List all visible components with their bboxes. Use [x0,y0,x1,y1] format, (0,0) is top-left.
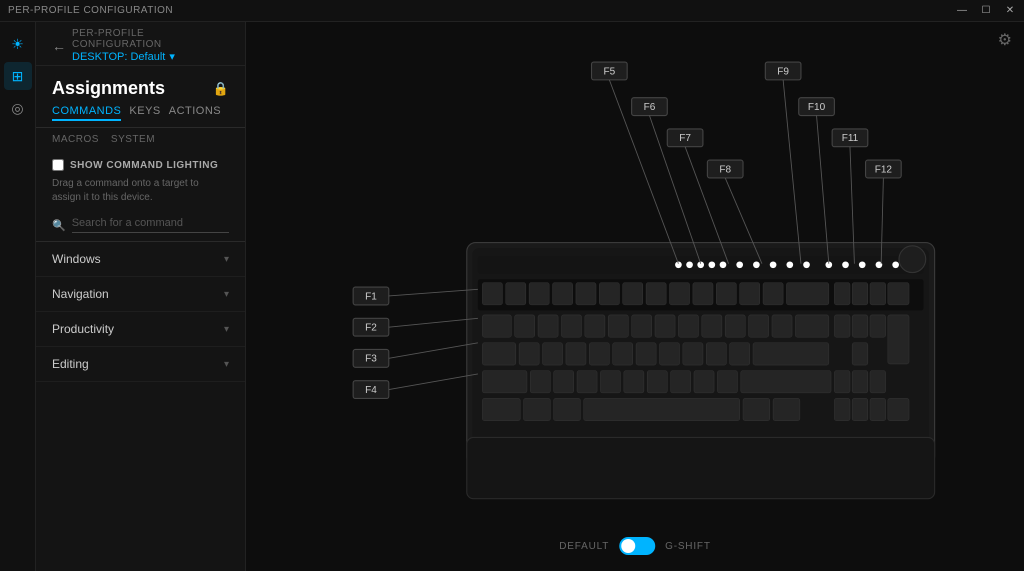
main-content: ⚙ [246,22,1024,571]
titlebar-title: PER-PROFILE CONFIGURATION [8,5,173,16]
shift-toggle: DEFAULT G-SHIFT [559,537,710,555]
search-container: 🔍 [36,217,245,242]
gshift-toggle-label: G-SHIFT [665,541,711,552]
svg-text:F3: F3 [365,354,377,365]
sidebar-header: Assignments 🔒 [36,66,245,105]
close-button[interactable]: ✕ [1004,5,1016,16]
titlebar: PER-PROFILE CONFIGURATION — ☐ ✕ [0,0,1024,22]
category-editing-label: Editing [52,357,89,371]
category-windows-label: Windows [52,252,101,266]
command-lighting-description: Drag a command onto a target to assign i… [52,177,229,205]
command-lighting-section: SHOW COMMAND LIGHTING Drag a command ont… [36,151,245,217]
search-input[interactable] [72,217,229,233]
tab-actions[interactable]: ACTIONS [169,105,221,121]
category-windows[interactable]: Windows ▾ [36,242,245,277]
sidebar-tabs: COMMANDS KEYS ACTIONS [36,105,245,128]
profile-name[interactable]: DESKTOP: Default ▾ [72,50,229,63]
svg-text:F12: F12 [875,164,893,175]
subtab-macros[interactable]: MACROS [52,134,99,145]
chevron-down-icon: ▾ [224,254,229,265]
minimize-button[interactable]: — [956,5,968,16]
chevron-down-icon: ▾ [224,359,229,370]
keyboard-area: F1 F2 F3 F4 F5 F6 [306,42,984,521]
default-toggle-label: DEFAULT [559,541,609,552]
svg-text:F8: F8 [719,164,731,175]
toggle-knob [621,539,635,553]
svg-text:F1: F1 [365,291,377,302]
sidebar-title: Assignments [52,78,165,99]
svg-text:F2: F2 [365,323,377,334]
category-navigation-label: Navigation [52,287,109,301]
command-lighting-label: SHOW COMMAND LIGHTING [70,160,218,171]
svg-text:F5: F5 [604,66,616,77]
lock-icon: 🔒 [213,81,229,97]
per-profile-label: PER-PROFILE CONFIGURATION [72,28,229,50]
chevron-down-icon: ▾ [224,324,229,335]
show-command-lighting-checkbox[interactable] [52,159,64,171]
category-productivity-label: Productivity [52,322,114,336]
assignments-rail-icon[interactable]: ⊞ [4,62,32,90]
svg-text:F4: F4 [365,385,377,396]
back-button[interactable]: ← [52,38,66,54]
brightness-rail-icon[interactable]: ☀ [4,30,32,58]
search-icon: 🔍 [52,219,66,232]
svg-text:F11: F11 [842,133,859,144]
svg-text:F9: F9 [777,66,789,77]
app-layout: ☀ ⊞ ◎ ← PER-PROFILE CONFIGURATION DESKTO… [0,22,1024,571]
svg-text:F7: F7 [679,133,691,144]
toggle-switch[interactable] [619,537,655,555]
svg-text:F6: F6 [644,102,656,113]
tab-commands[interactable]: COMMANDS [52,105,121,121]
svg-text:F10: F10 [808,102,826,113]
category-navigation[interactable]: Navigation ▾ [36,277,245,312]
window-controls: — ☐ ✕ [956,5,1016,16]
category-productivity[interactable]: Productivity ▾ [36,312,245,347]
sidebar: ← PER-PROFILE CONFIGURATION DESKTOP: Def… [36,22,246,571]
subtab-system[interactable]: SYSTEM [111,134,155,145]
settings-icon[interactable]: ⚙ [998,30,1012,50]
chevron-down-icon: ▾ [224,289,229,300]
sidebar-subtabs: MACROS SYSTEM [36,128,245,151]
category-editing[interactable]: Editing ▾ [36,347,245,382]
icon-rail: ☀ ⊞ ◎ [0,22,36,571]
tab-keys[interactable]: KEYS [129,105,160,121]
circle-rail-icon[interactable]: ◎ [4,94,32,122]
keyboard-svg: F1 F2 F3 F4 F5 F6 [306,42,984,521]
maximize-button[interactable]: ☐ [980,5,992,16]
